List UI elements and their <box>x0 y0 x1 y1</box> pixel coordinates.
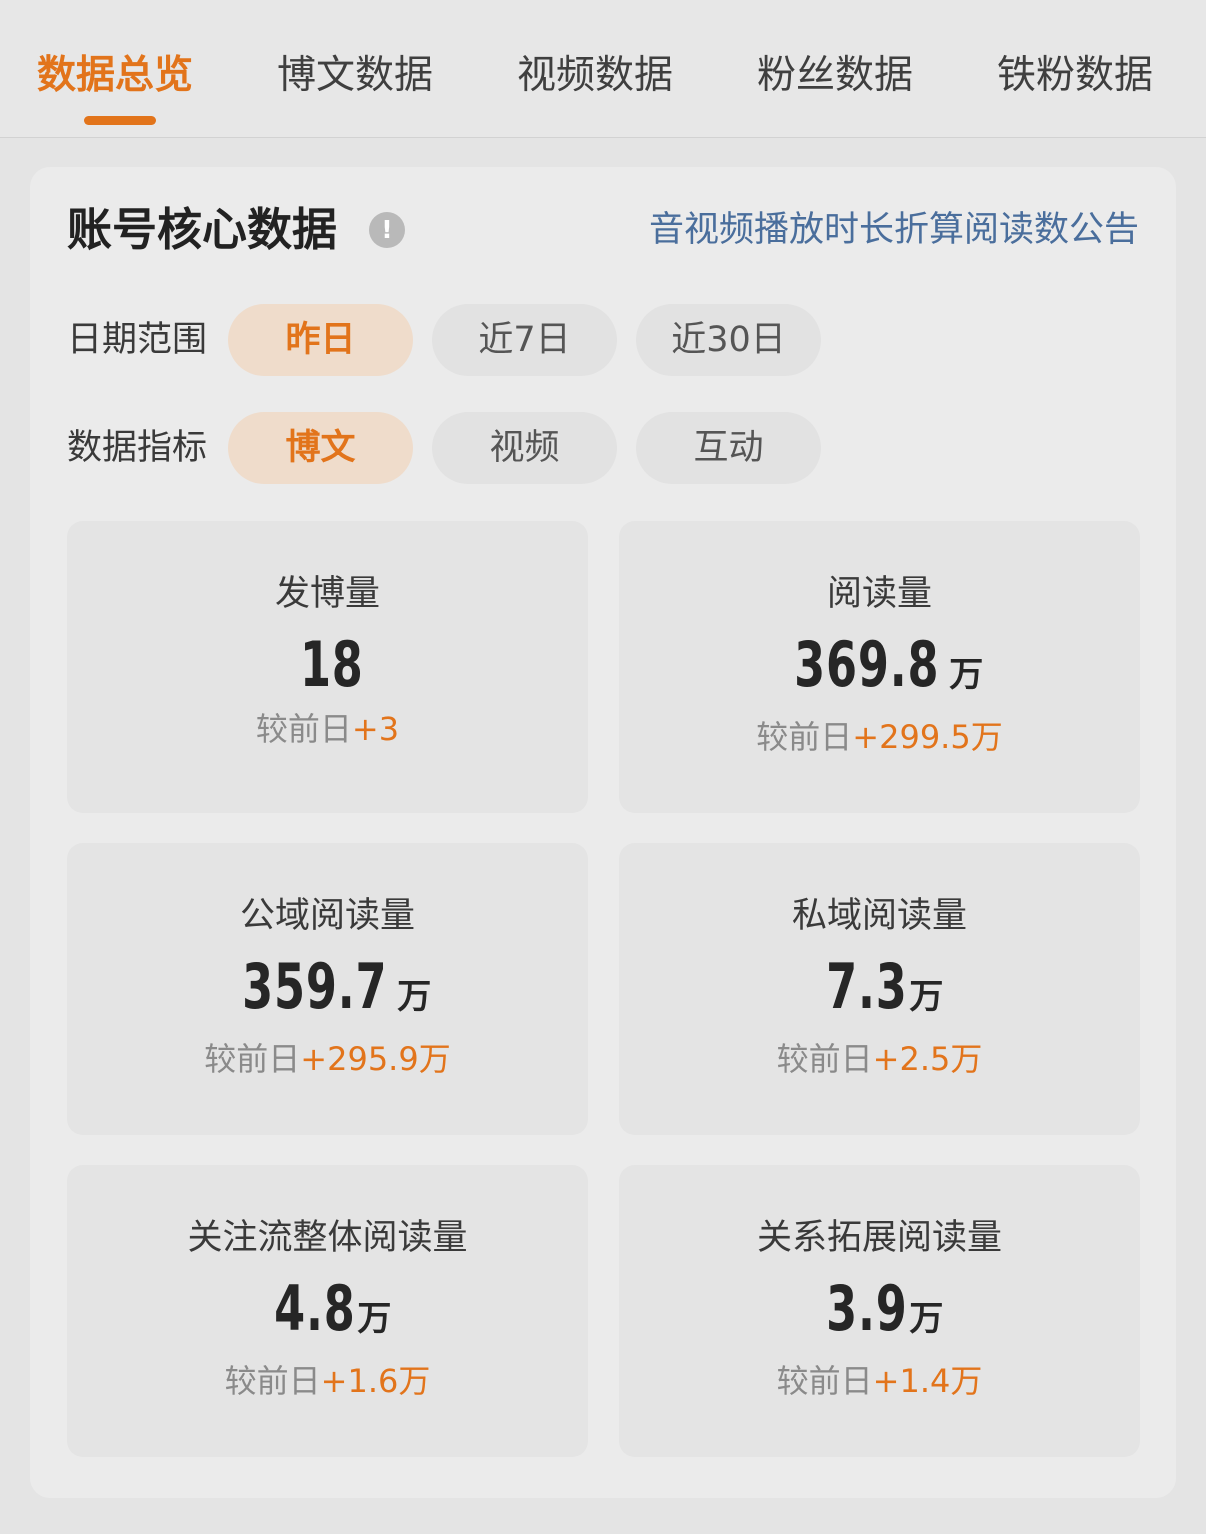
metric-number: 359.7 <box>241 950 388 1023</box>
compare-delta: +1.4万 <box>872 1362 983 1400</box>
active-tab-indicator <box>84 116 156 125</box>
date-option-7-days[interactable]: 近7日 <box>432 304 617 376</box>
metric-compare: 较前日+295.9万 <box>67 1037 588 1081</box>
metric-label: 公域阅读量 <box>239 896 415 936</box>
tab-post-data[interactable]: 博文数据 <box>277 48 433 104</box>
compare-prefix: 较前日 <box>756 718 853 756</box>
date-range-label: 日期范围 <box>67 320 208 360</box>
metric-number: 369.8 <box>793 628 940 701</box>
metric-compare: 较前日+299.5万 <box>619 715 1140 759</box>
metric-compare: 较前日+1.4万 <box>619 1359 1140 1403</box>
metric-value: 3.9万 <box>619 1273 1140 1361</box>
compare-delta: +2.5万 <box>872 1040 983 1078</box>
metric-card-reads[interactable]: 阅读量 369.8 万 较前日+299.5万 <box>619 521 1140 813</box>
tab-data-overview[interactable]: 数据总览 <box>37 48 193 104</box>
metric-card-follow-feed-reads[interactable]: 关注流整体阅读量 4.8万 较前日+1.6万 <box>67 1165 588 1457</box>
metric-value: 18 <box>67 629 588 717</box>
metric-label: 关系拓展阅读量 <box>756 1218 1002 1258</box>
compare-delta: +1.6万 <box>320 1362 431 1400</box>
metric-value: 4.8万 <box>67 1273 588 1361</box>
compare-delta: +299.5万 <box>852 718 1003 756</box>
metric-value: 359.7 万 <box>67 951 588 1039</box>
metric-card-post-count[interactable]: 发博量 18 较前日+3 <box>67 521 588 813</box>
date-option-yesterday[interactable]: 昨日 <box>228 304 413 376</box>
account-core-data-card: 账号核心数据 ! 音视频播放时长折算阅读数公告 日期范围 昨日 近7日 近30日… <box>30 167 1176 1498</box>
metric-type-label: 数据指标 <box>67 428 208 468</box>
metric-option-interactions[interactable]: 互动 <box>636 412 821 484</box>
date-option-30-days[interactable]: 近30日 <box>636 304 821 376</box>
compare-prefix: 较前日 <box>224 1362 321 1400</box>
metric-compare: 较前日+3 <box>67 707 588 751</box>
metric-card-private-reads[interactable]: 私域阅读量 7.3万 较前日+2.5万 <box>619 843 1140 1135</box>
metric-label: 发博量 <box>274 574 380 614</box>
metric-unit: 万 <box>949 655 984 695</box>
info-icon[interactable]: ! <box>369 212 405 248</box>
metric-label: 关注流整体阅读量 <box>187 1218 468 1258</box>
metric-compare: 较前日+1.6万 <box>67 1359 588 1403</box>
playback-notice-link[interactable]: 音视频播放时长折算阅读数公告 <box>649 205 1139 255</box>
compare-prefix: 较前日 <box>255 710 352 748</box>
metric-unit: 万 <box>909 977 944 1017</box>
metric-number: 18 <box>299 628 364 701</box>
metric-unit: 万 <box>909 1299 944 1339</box>
tab-iron-fans-data[interactable]: 铁粉数据 <box>997 48 1153 104</box>
metric-number: 4.8 <box>273 1272 356 1345</box>
metric-option-posts[interactable]: 博文 <box>228 412 413 484</box>
metric-unit: 万 <box>357 1299 392 1339</box>
metric-card-public-reads[interactable]: 公域阅读量 359.7 万 较前日+295.9万 <box>67 843 588 1135</box>
tab-video-data[interactable]: 视频数据 <box>517 48 673 104</box>
metric-card-relationship-reads[interactable]: 关系拓展阅读量 3.9万 较前日+1.4万 <box>619 1165 1140 1457</box>
metric-compare: 较前日+2.5万 <box>619 1037 1140 1081</box>
compare-prefix: 较前日 <box>776 1362 873 1400</box>
metric-label: 阅读量 <box>826 574 932 614</box>
metric-value: 7.3万 <box>619 951 1140 1039</box>
compare-delta: +3 <box>351 710 400 748</box>
metric-option-videos[interactable]: 视频 <box>432 412 617 484</box>
compare-prefix: 较前日 <box>204 1040 301 1078</box>
metric-label: 私域阅读量 <box>791 896 967 936</box>
compare-delta: +295.9万 <box>300 1040 451 1078</box>
metric-unit: 万 <box>397 977 432 1017</box>
top-tab-bar: 数据总览 博文数据 视频数据 粉丝数据 铁粉数据 <box>0 0 1206 138</box>
metric-number: 7.3 <box>825 950 908 1023</box>
tab-fans-data[interactable]: 粉丝数据 <box>757 48 913 104</box>
compare-prefix: 较前日 <box>776 1040 873 1078</box>
metric-value: 369.8 万 <box>619 629 1140 717</box>
metric-number: 3.9 <box>825 1272 908 1345</box>
section-title: 账号核心数据 <box>67 203 338 256</box>
